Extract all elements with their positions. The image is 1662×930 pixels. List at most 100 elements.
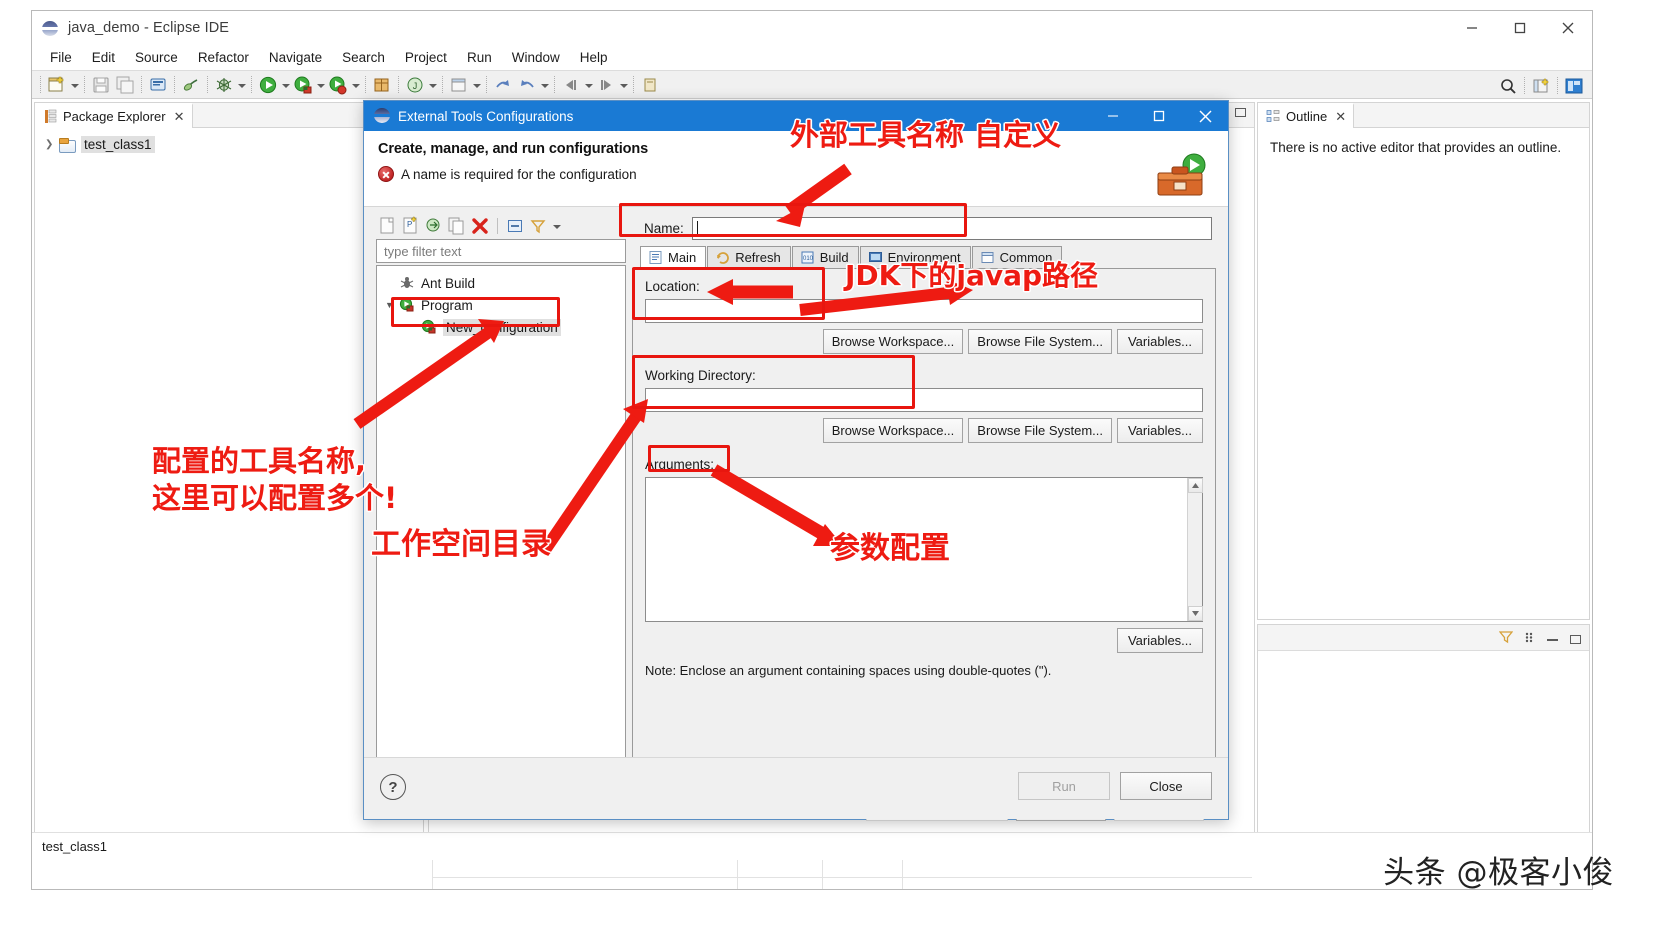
previous-annotation-dropdown-icon[interactable] — [583, 75, 594, 95]
previous-annotation-icon[interactable] — [561, 75, 581, 95]
menu-project[interactable]: Project — [395, 48, 457, 67]
run-button[interactable]: Run — [1018, 772, 1110, 800]
external-tools-run-dropdown-icon[interactable] — [350, 75, 361, 95]
close-icon[interactable] — [1544, 11, 1592, 45]
menu-refactor[interactable]: Refactor — [188, 48, 259, 67]
scroll-up-icon[interactable] — [1188, 478, 1203, 493]
close-button[interactable]: Close — [1120, 772, 1212, 800]
menu-window[interactable]: Window — [502, 48, 570, 67]
location-browse-workspace-button[interactable]: Browse Workspace... — [822, 329, 964, 354]
open-type-dropdown-icon[interactable] — [427, 75, 438, 95]
location-variables-button[interactable]: Variables... — [1117, 329, 1203, 354]
next-annotation-icon[interactable] — [596, 75, 616, 95]
run-icon[interactable] — [258, 75, 278, 95]
tree-item-label: test_class1 — [81, 136, 155, 153]
toolbar-separator — [554, 76, 555, 93]
working-directory-buttons: Browse Workspace... Browse File System..… — [645, 418, 1203, 443]
menu-source[interactable]: Source — [125, 48, 188, 67]
workdir-browse-workspace-button[interactable]: Browse Workspace... — [822, 418, 964, 443]
external-tools-icon[interactable] — [293, 75, 313, 95]
run-dropdown-icon[interactable] — [280, 75, 291, 95]
nav-dropdown-icon[interactable] — [539, 75, 550, 95]
view-menu-icon[interactable] — [1525, 630, 1535, 649]
link-icon[interactable] — [181, 75, 201, 95]
dialog-footer-buttons: Run Close — [1018, 772, 1212, 800]
toolbar-separator — [442, 76, 443, 93]
eclipse-globe-icon — [42, 20, 59, 37]
next-annotation-dropdown-icon[interactable] — [618, 75, 629, 95]
new-wizard-dropdown-icon[interactable] — [69, 75, 80, 95]
java-perspective-icon[interactable] — [1564, 76, 1584, 96]
scroll-down-icon[interactable] — [1188, 606, 1203, 621]
close-icon[interactable]: ✕ — [1335, 110, 1346, 123]
main-tab-pane: Location: Browse Workspace... Browse Fil… — [632, 269, 1216, 769]
external-tools-dropdown-icon[interactable] — [315, 75, 326, 95]
forward-nav-icon[interactable] — [493, 75, 513, 95]
workdir-variables-button[interactable]: Variables... — [1117, 418, 1203, 443]
console-icon[interactable] — [148, 75, 168, 95]
arguments-scrollbar[interactable] — [1187, 478, 1203, 621]
open-type-icon[interactable]: J — [405, 75, 425, 95]
tab-refresh[interactable]: Refresh — [707, 246, 791, 268]
workdir-browse-file-system-button[interactable]: Browse File System... — [968, 418, 1112, 443]
back-nav-icon[interactable] — [517, 75, 537, 95]
toolbar-separator — [486, 76, 487, 93]
annotation-workspace-dir-note: 工作空间目录 — [371, 527, 551, 562]
menu-file[interactable]: File — [40, 48, 82, 67]
help-question-icon[interactable]: ? — [380, 774, 406, 800]
close-icon[interactable]: ✕ — [174, 110, 185, 123]
filter-menu-arrow-icon[interactable] — [551, 216, 562, 236]
new-java-package-icon[interactable] — [372, 75, 392, 95]
location-buttons: Browse Workspace... Browse File System..… — [645, 329, 1203, 354]
export-icon[interactable] — [424, 216, 444, 236]
menu-edit[interactable]: Edit — [82, 48, 125, 67]
menu-search[interactable]: Search — [332, 48, 395, 67]
menu-help[interactable]: Help — [570, 48, 618, 67]
pin-editor-icon[interactable] — [640, 75, 660, 95]
svg-text:P: P — [407, 220, 412, 229]
toolbar-separator — [365, 76, 366, 93]
duplicate-icon[interactable] — [447, 216, 467, 236]
new-wizard-icon[interactable] — [47, 75, 67, 95]
maximize-icon[interactable] — [1570, 635, 1581, 644]
filter-icon[interactable] — [528, 216, 548, 236]
minimize-icon[interactable] — [1547, 638, 1558, 641]
tab-outline[interactable]: Outline ✕ — [1258, 102, 1355, 128]
tab-main[interactable]: Main — [640, 246, 707, 268]
chevron-right-icon[interactable]: ❯ — [45, 139, 58, 150]
debug-dropdown-icon[interactable] — [236, 75, 247, 95]
filter-icon[interactable] — [1498, 630, 1514, 649]
save-icon[interactable] — [91, 75, 111, 95]
collapse-all-icon[interactable] — [505, 216, 525, 236]
new-window-icon[interactable] — [449, 75, 469, 95]
debug-icon[interactable] — [214, 75, 234, 95]
external-tools-run-icon[interactable] — [328, 75, 348, 95]
tab-package-explorer[interactable]: Package Explorer ✕ — [35, 102, 193, 128]
error-icon — [378, 166, 394, 182]
close-icon[interactable] — [1182, 101, 1228, 131]
minimize-icon[interactable] — [1090, 101, 1136, 131]
arguments-variables-button[interactable]: Variables... — [1117, 628, 1203, 653]
maximize-icon[interactable] — [1136, 101, 1182, 131]
maximize-icon[interactable] — [1496, 11, 1544, 45]
filter-input[interactable]: type filter text — [376, 239, 626, 263]
menu-navigate[interactable]: Navigate — [259, 48, 332, 67]
status-text: test_class1 — [42, 839, 108, 854]
new-configuration-icon[interactable] — [378, 216, 398, 236]
location-browse-file-system-button[interactable]: Browse File System... — [968, 329, 1112, 354]
window-controls — [1448, 11, 1592, 45]
search-icon[interactable] — [1498, 76, 1518, 96]
problems-tabbar — [1258, 625, 1589, 651]
new-window-dropdown-icon[interactable] — [471, 75, 482, 95]
menu-run[interactable]: Run — [457, 48, 502, 67]
outline-tabbar: Outline ✕ — [1258, 102, 1589, 128]
new-prototype-icon[interactable]: P — [401, 216, 421, 236]
new-configuration-box — [391, 297, 560, 327]
save-all-icon[interactable] — [115, 75, 135, 95]
open-perspective-icon[interactable] — [1531, 76, 1551, 96]
config-tree-item-ant-build[interactable]: Ant Build — [377, 272, 625, 294]
delete-icon[interactable] — [470, 216, 490, 236]
maximize-icon[interactable] — [1235, 108, 1246, 117]
minimize-icon[interactable] — [1448, 11, 1496, 45]
ant-build-icon — [399, 275, 415, 291]
